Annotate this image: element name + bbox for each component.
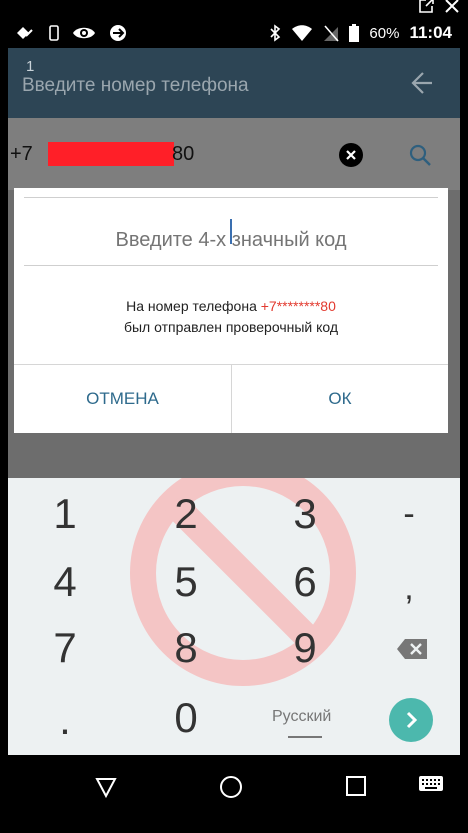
key-8[interactable]: 8 — [146, 621, 226, 675]
text-caret — [230, 219, 232, 244]
keyboard-icon[interactable] — [418, 775, 444, 795]
status-bar: 60% 11:04 — [8, 18, 460, 48]
phone-number-row: +7 80 — [8, 118, 460, 190]
key-7[interactable]: 7 — [25, 621, 105, 675]
backspace-icon[interactable] — [396, 638, 428, 660]
language-indicator — [288, 736, 322, 738]
input-underline — [24, 265, 438, 266]
clear-input-button[interactable] — [339, 143, 363, 167]
no-signal-icon — [324, 25, 340, 42]
window-controls — [418, 0, 460, 14]
key-5[interactable]: 5 — [146, 555, 226, 609]
battery-percent: 60% — [369, 24, 400, 42]
recent-apps-icon[interactable] — [345, 775, 367, 797]
navigation-bar — [8, 755, 460, 821]
ok-button[interactable]: ОК — [232, 365, 448, 433]
signal-sync-icon — [17, 27, 33, 39]
key-9[interactable]: 9 — [265, 621, 345, 675]
verification-dialog: На номер телефона +7********80 был отпра… — [14, 188, 448, 433]
message-line2: был отправлен проверочный код — [123, 319, 339, 335]
divider — [24, 197, 438, 198]
app-bar: 1 Введите номер телефона — [8, 48, 460, 118]
home-circle-icon[interactable] — [219, 775, 243, 799]
key-6[interactable]: 6 — [265, 555, 345, 609]
search-icon[interactable] — [408, 143, 432, 167]
key-3[interactable]: 3 — [265, 487, 345, 541]
close-icon[interactable] — [444, 0, 460, 14]
battery-saver-icon — [49, 25, 59, 41]
back-triangle-icon[interactable] — [94, 775, 118, 799]
phone-suffix[interactable]: 80 — [172, 143, 194, 166]
clear-x-icon — [346, 150, 356, 160]
key-dot[interactable]: . — [25, 693, 105, 747]
battery-icon — [349, 24, 360, 42]
key-minus[interactable]: - — [369, 487, 449, 541]
key-comma[interactable]: , — [369, 561, 449, 615]
verification-message: На номер телефона +7********80 был отпра… — [14, 296, 448, 338]
key-0[interactable]: 0 — [146, 691, 226, 745]
selected-count: 1 — [26, 58, 35, 75]
eye-icon — [73, 27, 95, 39]
cancel-button[interactable]: ОТМЕНА — [14, 365, 231, 433]
wifi-icon — [292, 25, 313, 41]
numeric-keyboard: 1 2 3 - 4 5 6 , 7 8 9 . 0 Русский — [8, 478, 460, 755]
open-external-icon[interactable] — [418, 0, 434, 14]
phone-prefix[interactable]: +7 — [10, 143, 33, 166]
masked-phone: +7********80 — [260, 298, 336, 314]
key-2[interactable]: 2 — [146, 487, 226, 541]
remote-control-icon — [110, 25, 126, 41]
clock: 11:04 — [409, 23, 452, 42]
language-switch[interactable]: Русский — [272, 708, 331, 726]
page-title: Введите номер телефона — [22, 75, 249, 96]
go-button[interactable] — [389, 698, 433, 742]
back-arrow-icon[interactable] — [410, 70, 434, 96]
message-line1: На номер телефона — [126, 298, 261, 314]
chevron-right-icon — [406, 711, 418, 729]
redaction-bar — [48, 142, 174, 166]
key-4[interactable]: 4 — [25, 555, 105, 609]
bluetooth-icon — [270, 24, 281, 42]
key-1[interactable]: 1 — [25, 487, 105, 541]
